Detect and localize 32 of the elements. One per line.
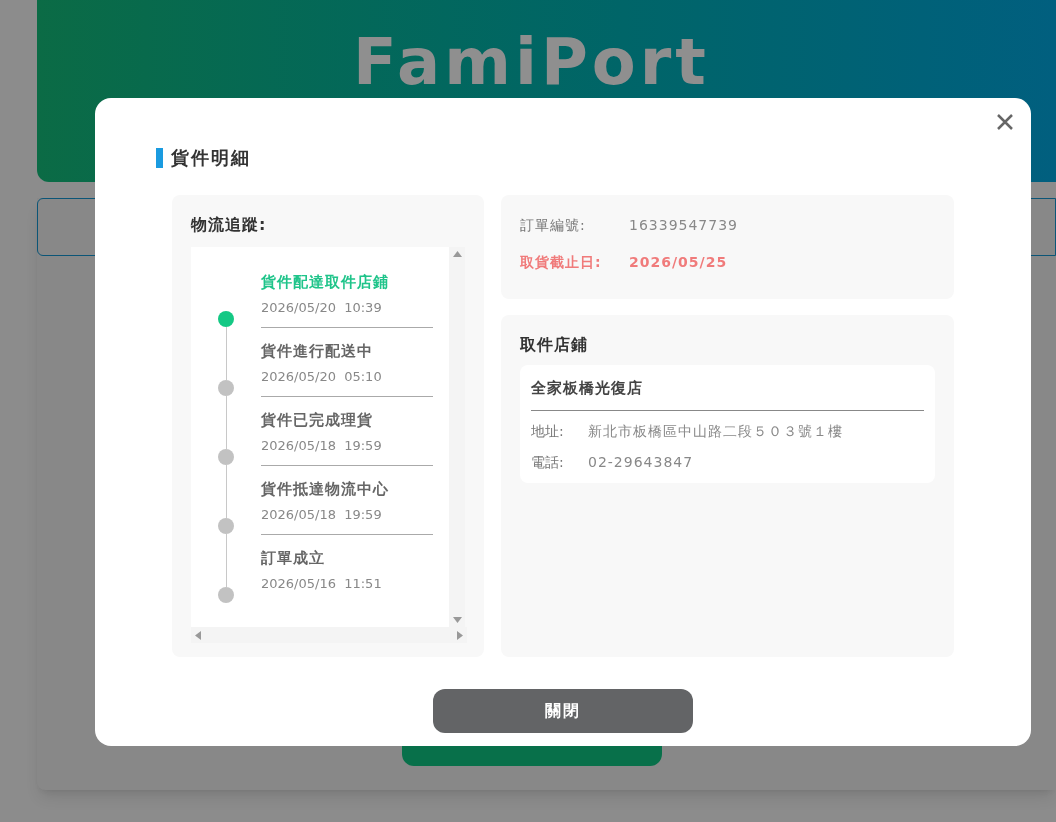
title-marker: [156, 147, 163, 168]
step-label: 訂單成立: [261, 548, 326, 569]
scroll-up-icon[interactable]: [452, 251, 462, 257]
scroll-left-icon[interactable]: [195, 630, 201, 640]
store-heading: 取件店鋪: [520, 334, 589, 356]
deadline-date: 2026/05/25: [629, 253, 728, 272]
step-label: 貨件進行配送中: [261, 341, 374, 362]
step-time: 2026/05/18 19:59: [261, 505, 383, 524]
tracking-heading: 物流追蹤:: [191, 214, 268, 236]
address-label: 地址:: [531, 421, 565, 441]
step-label: 貨件抵達物流中心: [261, 479, 390, 500]
store-name: 全家板橋光復店: [531, 377, 924, 411]
logo: FamiPort: [353, 30, 710, 94]
order-number-label: 訂單編號:: [520, 216, 587, 235]
vertical-scrollbar[interactable]: [449, 247, 465, 627]
deadline-label: 取貨截止日:: [520, 253, 603, 272]
scroll-right-icon[interactable]: [457, 630, 463, 640]
store-phone: 02-29643847: [588, 452, 694, 472]
scroll-down-icon[interactable]: [452, 617, 462, 623]
step-time: 2026/05/16 11:51: [261, 574, 383, 593]
step-time: 2026/05/18 19:59: [261, 436, 383, 455]
step-time: 2026/05/20 05:10: [261, 367, 383, 386]
step-time: 2026/05/20 10:39: [261, 298, 383, 317]
order-number: 16339547739: [629, 216, 738, 235]
store-address: 新北市板橋區中山路二段５０３號１樓: [588, 421, 843, 441]
close-dialog-button[interactable]: 關閉: [433, 689, 693, 733]
phone-label: 電話:: [531, 452, 565, 472]
horizontal-scrollbar[interactable]: [191, 627, 467, 643]
step-label: 貨件已完成理貨: [261, 410, 374, 431]
step-label: 貨件配達取件店鋪: [261, 272, 390, 293]
dialog-title: 貨件明細: [171, 146, 251, 170]
close-icon: [996, 113, 1014, 131]
